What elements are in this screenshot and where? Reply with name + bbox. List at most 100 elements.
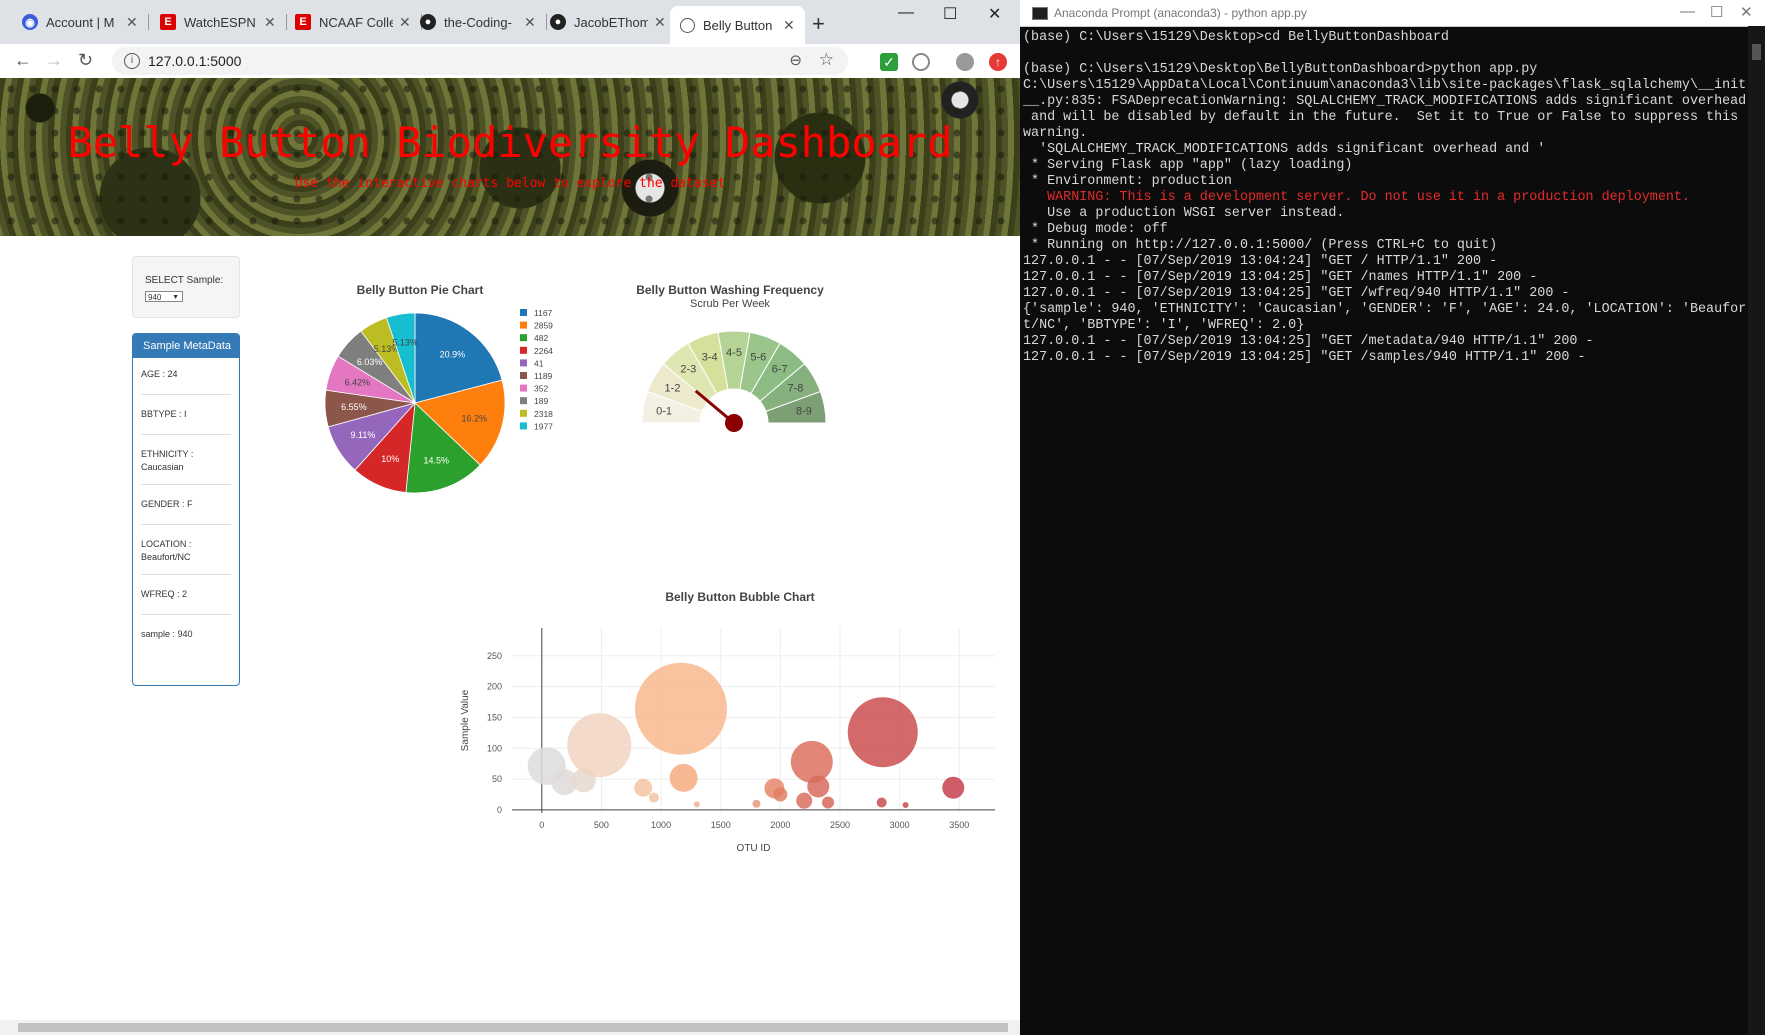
bookmark-star-icon[interactable]: ☆ [819,50,834,70]
metadata-panel: Sample MetaData AGE : 24 BBTYPE : I ETHN… [132,333,240,686]
terminal-line: (base) C:\Users\15129\Desktop\BellyButto… [1023,62,1538,77]
tab-label: NCAAF Colle [319,14,393,30]
x-tick-label: 0 [539,820,544,830]
metadata-item: LOCATION : Beaufort/NC [141,539,192,562]
pie-slice-label: 20.9% [440,350,466,360]
tab-github-jacob[interactable]: ● JacobEThom ✕ [540,7,675,37]
terminal-output[interactable]: (base) C:\Users\15129\Desktop>cd BellyBu… [1023,30,1748,366]
y-tick-label: 50 [492,774,502,784]
gauge-sector-label: 0-1 [656,406,672,418]
y-tick-label: 100 [487,743,502,753]
y-tick-label: 150 [487,712,502,722]
tab-label: JacobEThom [574,14,648,30]
terminal-line: * Running on http://127.0.0.1:5000/ (Pre… [1023,238,1498,253]
legend-swatch [520,346,527,354]
pie-chart-title: Belly Button Pie Chart [356,283,484,297]
x-tick-label: 1500 [711,820,731,830]
close-window-button[interactable]: ✕ [988,4,1001,24]
bubble-point [796,792,813,809]
checkmark-extension-icon[interactable]: ✓ [880,53,898,71]
legend-swatch [520,334,527,342]
legend-label: 2318 [534,409,553,419]
bubble-point [634,662,727,755]
close-icon[interactable]: ✕ [126,14,138,31]
vertical-scrollbar[interactable] [1748,26,1765,1035]
close-window-button[interactable]: ✕ [1740,3,1753,21]
close-icon[interactable]: ✕ [399,14,411,31]
bubble-point [876,797,887,808]
close-icon[interactable]: ✕ [524,14,536,31]
close-icon[interactable]: ✕ [654,14,666,31]
new-tab-button[interactable]: + [812,11,825,37]
pie-slice-label: 6.03% [357,357,383,367]
browser-toolbar: ← → ↻ i 127.0.0.1:5000 ⊖ ☆ ✓ ↑ [0,44,1020,79]
address-bar[interactable]: i 127.0.0.1:5000 ⊖ ☆ [112,47,848,75]
url-text[interactable]: 127.0.0.1:5000 [148,53,241,69]
tab-label: Belly Button [703,17,773,33]
legend-label: 1167 [534,308,553,318]
legend-label: 1189 [534,371,553,381]
gauge-chart[interactable]: 0-1 1-2 2-3 3-4 4-5 5-6 6-77-8 8-9 [640,313,840,433]
reload-icon[interactable]: ↻ [78,50,93,71]
terminal-titlebar: Anaconda Prompt (anaconda3) - python app… [1020,0,1765,27]
globe-icon [680,17,695,33]
forward-arrow-icon[interactable]: → [45,50,63,71]
terminal-line: 127.0.0.1 - - [07/Sep/2019 13:04:25] "GE… [1023,334,1594,349]
x-tick-label: 2000 [770,820,790,830]
pie-slice-label: 6.55% [341,402,367,412]
tab-github-coding[interactable]: ● the-Coding- ✕ [410,7,547,37]
maximize-button[interactable]: ☐ [1710,3,1723,21]
pie-chart[interactable]: 20.9% 1167 16.2% 2859 14.5% 482 10% 2264 9.11% 41… [320,303,580,503]
select-sample-label: SELECT Sample: [145,275,224,286]
bubble-point [648,792,659,803]
gauge-sector-label: 3-4 [702,351,718,363]
pie-slice-label: 16.2% [462,413,488,423]
tab-ncaaf[interactable]: E NCAAF Colle ✕ [285,7,422,37]
terminal-line: warning. [1023,126,1088,141]
bubble-point [567,713,632,778]
metadata-item: BBTYPE : I [141,409,187,419]
y-tick-label: 0 [497,805,502,815]
bubble-point [847,697,918,768]
terminal-line: 127.0.0.1 - - [07/Sep/2019 13:04:24] "GE… [1023,254,1498,269]
legend-label: 189 [534,396,548,406]
terminal-window: Anaconda Prompt (anaconda3) - python app… [1020,0,1765,1035]
y-tick-label: 250 [487,651,502,661]
terminal-line: {'sample': 940, 'ETHNICITY': 'Caucasian'… [1023,302,1747,317]
github-icon: ● [420,14,436,30]
terminal-icon [1032,7,1048,20]
terminal-line: WARNING: This is a development server. D… [1023,190,1690,205]
bubble-point [822,796,835,809]
bubble-chart-title: Belly Button Bubble Chart [665,590,815,604]
horizontal-scrollbar[interactable] [0,1020,1020,1035]
terminal-line: * Environment: production [1023,174,1232,189]
tab-belly-button[interactable]: Belly Button ✕ [670,6,805,44]
x-tick-label: 1000 [651,820,671,830]
tab-watchespn[interactable]: E WatchESPN ✕ [150,7,287,37]
close-icon[interactable]: ✕ [783,17,795,34]
tab-account[interactable]: ◉ Account | M ✕ [12,7,149,37]
minimize-button[interactable]: — [1680,3,1695,20]
legend-swatch [520,309,527,316]
browser-window: ◉ Account | M ✕ E WatchESPN ✕ E NCAAF Co… [0,0,1020,1035]
bubble-chart[interactable]: 0 500 1000 1500 2000 2500 3000 3500 0 50 100 150 200… [450,618,1010,858]
terminal-line: 127.0.0.1 - - [07/Sep/2019 13:04:25] "GE… [1023,350,1586,365]
minimize-button[interactable]: — [898,4,914,22]
back-arrow-icon[interactable]: ← [14,50,32,71]
update-icon[interactable]: ↑ [989,53,1007,71]
tab-label: WatchESPN [184,14,256,30]
sample-select[interactable]: 940 ▼ [145,291,183,302]
info-icon[interactable]: i [124,53,140,69]
profile-avatar-icon[interactable] [956,53,974,71]
close-icon[interactable]: ✕ [264,14,276,31]
legend-label: 2264 [534,346,553,356]
bubble-point [807,775,830,798]
gauge-sector-label: 6-7 [772,364,788,376]
zoom-icon[interactable]: ⊖ [789,51,802,69]
github-icon: ● [550,14,566,30]
terminal-line: 'SQLALCHEMY_TRACK_MODIFICATIONS adds sig… [1023,142,1546,157]
extension-icon[interactable] [912,53,930,71]
pie-slice-label: 9.11% [351,430,376,440]
maximize-button[interactable]: ☐ [943,4,957,24]
